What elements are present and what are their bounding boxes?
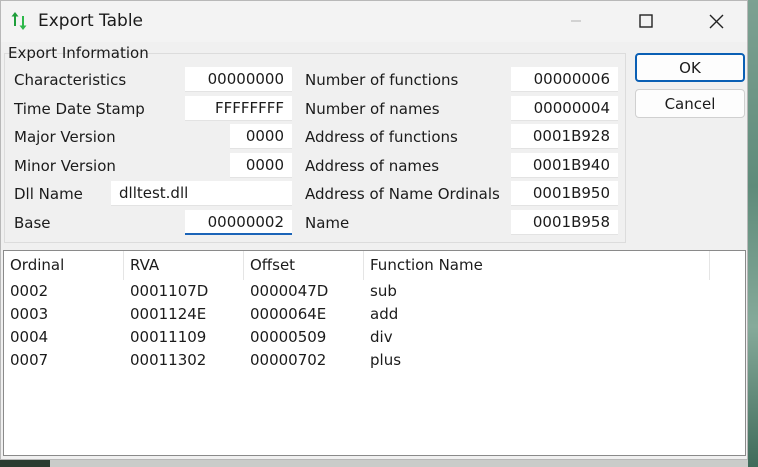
base-label: Base bbox=[14, 214, 51, 232]
dll-name-field[interactable]: dlltest.dll bbox=[111, 181, 292, 206]
function-name-cell: plus bbox=[370, 351, 402, 369]
exports-list[interactable]: Ordinal RVA Offset Function Name 0002 00… bbox=[3, 250, 746, 456]
rva-cell: 0001124E bbox=[130, 305, 207, 323]
characteristics-label: Characteristics bbox=[14, 71, 127, 89]
group-label: Export Information bbox=[8, 44, 149, 62]
major-version-field[interactable]: 0000 bbox=[230, 124, 292, 149]
rva-cell: 00011109 bbox=[130, 328, 207, 346]
base-field[interactable]: 00000002 bbox=[185, 210, 292, 235]
minimize-button[interactable] bbox=[553, 1, 599, 41]
time-date-stamp-label: Time Date Stamp bbox=[14, 100, 145, 118]
address-of-names-label: Address of names bbox=[305, 157, 440, 175]
export-table-dialog: Export Table Export Information Characte… bbox=[0, 0, 748, 460]
address-of-functions-field[interactable]: 0001B928 bbox=[511, 124, 618, 149]
ordinal-cell: 0002 bbox=[10, 282, 49, 300]
offset-cell: 0000064E bbox=[250, 305, 327, 323]
minor-version-field[interactable]: 0000 bbox=[230, 153, 292, 178]
offset-cell: 00000702 bbox=[250, 351, 327, 369]
ok-button[interactable]: OK bbox=[635, 53, 745, 82]
number-of-names-field[interactable]: 00000004 bbox=[511, 96, 618, 121]
major-version-label: Major Version bbox=[14, 128, 116, 146]
cancel-button[interactable]: Cancel bbox=[635, 89, 745, 118]
background-desktop bbox=[748, 0, 758, 467]
offset-cell: 00000509 bbox=[250, 328, 327, 346]
number-of-functions-field[interactable]: 00000006 bbox=[511, 67, 618, 92]
title-bar[interactable]: Export Table bbox=[1, 1, 747, 42]
maximize-button[interactable] bbox=[623, 1, 669, 41]
column-header-rva[interactable]: RVA bbox=[124, 251, 244, 280]
function-name-cell: sub bbox=[370, 282, 397, 300]
address-of-names-field[interactable]: 0001B940 bbox=[511, 153, 618, 178]
number-of-names-label: Number of names bbox=[305, 100, 440, 118]
window-title: Export Table bbox=[38, 11, 144, 31]
column-header-function-name[interactable]: Function Name bbox=[364, 251, 710, 280]
column-header-offset[interactable]: Offset bbox=[244, 251, 364, 280]
minimize-icon bbox=[571, 20, 581, 22]
time-date-stamp-field[interactable]: FFFFFFFF bbox=[185, 96, 292, 121]
minor-version-label: Minor Version bbox=[14, 157, 116, 175]
characteristics-field[interactable]: 00000000 bbox=[185, 67, 292, 92]
number-of-functions-label: Number of functions bbox=[305, 71, 459, 89]
ordinal-cell: 0004 bbox=[10, 328, 49, 346]
rva-cell: 0001107D bbox=[130, 282, 209, 300]
function-name-cell: div bbox=[370, 328, 393, 346]
maximize-icon bbox=[639, 14, 653, 28]
dll-name-label: Dll Name bbox=[14, 185, 83, 203]
name-label: Name bbox=[305, 214, 350, 232]
close-button[interactable] bbox=[693, 1, 739, 41]
function-name-cell: add bbox=[370, 305, 399, 323]
address-of-functions-label: Address of functions bbox=[305, 128, 458, 146]
close-icon bbox=[709, 14, 723, 28]
column-header-ordinal[interactable]: Ordinal bbox=[4, 251, 124, 280]
ordinal-cell: 0003 bbox=[10, 305, 49, 323]
name-field[interactable]: 0001B958 bbox=[511, 210, 618, 235]
ordinal-cell: 0007 bbox=[10, 351, 49, 369]
address-of-name-ordinals-field[interactable]: 0001B950 bbox=[511, 181, 618, 206]
up-down-arrows-icon bbox=[11, 12, 27, 30]
address-of-name-ordinals-label: Address of Name Ordinals bbox=[305, 185, 500, 203]
rva-cell: 00011302 bbox=[130, 351, 207, 369]
offset-cell: 0000047D bbox=[250, 282, 329, 300]
